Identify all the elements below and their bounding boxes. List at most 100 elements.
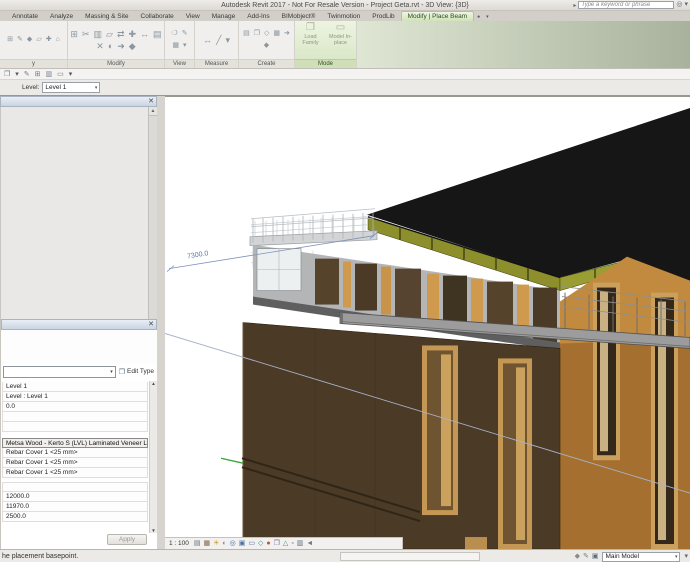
box-icon[interactable]: ▭	[57, 70, 64, 79]
property-row[interactable]: Rebar Cover 1 <25 mm>	[2, 448, 148, 458]
crop-view-icon[interactable]: ▣	[239, 539, 246, 548]
property-row[interactable]	[2, 412, 148, 422]
front-wall-window[interactable]	[422, 345, 458, 515]
ribbon-tool-icon[interactable]: ⇄	[117, 29, 125, 39]
ribbon-tool-icon[interactable]: ✚	[129, 29, 137, 39]
property-row[interactable]	[2, 482, 148, 492]
property-row[interactable]: Level 1	[2, 382, 148, 392]
ribbon-tool-icon[interactable]: ▤	[243, 29, 250, 39]
close-icon[interactable]: ✕	[148, 321, 154, 328]
pane-resize-handle[interactable]	[157, 96, 165, 549]
right-wall-window[interactable]	[651, 293, 678, 549]
property-row[interactable]: 0.0	[2, 402, 148, 412]
property-row[interactable]: Metsa Wood - Kerto S (LVL) Laminated Ven…	[2, 438, 148, 448]
ribbon-tool-icon[interactable]: ❐	[254, 29, 260, 39]
scrollbar[interactable]: ▲	[148, 107, 157, 319]
tab-caret-icon[interactable]: ▾	[483, 14, 492, 21]
temporary-hide-isolate-icon[interactable]: ◇	[258, 539, 263, 548]
ribbon-tool-icon[interactable]: ▦	[172, 41, 179, 51]
ribbon-tool-icon[interactable]: ╱	[216, 35, 221, 45]
ribbon-tool-icon[interactable]: ✚	[46, 35, 52, 45]
scroll-up-icon[interactable]: ▲	[149, 107, 157, 116]
ribbon-tab[interactable]: BIMobject®	[276, 12, 322, 21]
roof-slab[interactable]	[367, 108, 690, 283]
ribbon-tool-icon[interactable]: ✂	[82, 29, 90, 39]
ribbon-tab[interactable]: Massing & Site	[79, 12, 134, 21]
ribbon-tool-icon[interactable]: ◇	[264, 29, 269, 39]
panel-icon[interactable]: ▥	[46, 70, 53, 79]
crop-region-visible-icon[interactable]: ▭	[248, 539, 255, 548]
grid-icon[interactable]: ⊞	[35, 70, 41, 79]
scrollbar[interactable]: ▲ ▼	[149, 381, 157, 533]
edit-type-button[interactable]: ❐ Edit Type	[118, 368, 155, 376]
close-icon[interactable]: ✕	[148, 98, 154, 105]
temporary-view-properties-icon[interactable]: ❐	[274, 539, 280, 548]
ribbon-tool-icon[interactable]: ❍	[171, 29, 177, 39]
ribbon-tab-active[interactable]: Modify | Place Beam	[401, 11, 475, 21]
ribbon-tool-icon[interactable]: ✎	[182, 29, 188, 39]
3d-view[interactable]: 7300.0	[165, 97, 690, 549]
ribbon-tool-icon[interactable]: ◐	[108, 41, 113, 51]
render-icon[interactable]: ◎	[230, 539, 236, 548]
scale-button[interactable]: 1 : 100	[169, 540, 189, 547]
property-row[interactable]	[2, 422, 148, 432]
property-row[interactable]: Rebar Cover 1 <25 mm>	[2, 458, 148, 468]
ribbon-tab[interactable]: Annotate	[6, 12, 44, 21]
constraints-icon[interactable]: ▫	[291, 539, 293, 548]
properties-header[interactable]: ✕	[1, 319, 157, 330]
load-family-button[interactable]: ❐ Load Family	[297, 22, 324, 58]
ribbon-tool-icon[interactable]: ▤	[153, 29, 162, 39]
shadows-icon[interactable]: ◐	[222, 539, 226, 548]
reveal-hidden-elements-icon[interactable]: ●	[266, 539, 270, 548]
property-row[interactable]: 12000.0	[2, 492, 148, 502]
right-wall-window[interactable]	[593, 283, 620, 461]
draw-icon[interactable]: ✎	[24, 70, 30, 79]
property-row[interactable]: 2500.0	[2, 512, 148, 522]
analytical-model-icon[interactable]: △	[283, 539, 288, 548]
ribbon-tool-icon[interactable]: ➜	[284, 29, 290, 39]
ribbon-tool-icon[interactable]: ◆	[264, 41, 269, 51]
type-selector[interactable]: ▾	[3, 366, 116, 378]
front-wall-window[interactable]	[498, 358, 532, 549]
dropdown-icon[interactable]: ▾	[15, 70, 19, 79]
ribbon-tab[interactable]: View	[180, 12, 206, 21]
ribbon-tool-icon[interactable]: ➜	[117, 41, 125, 51]
ribbon-tab[interactable]: Collaborate	[135, 12, 180, 21]
detail-level-icon[interactable]: ▤	[194, 539, 201, 548]
ribbon-tab[interactable]: Twinmotion	[321, 12, 366, 21]
model-inplace-button[interactable]: ▭ Model In-place	[327, 22, 354, 58]
drawing-area[interactable]: 7300.0 1 : 100 ▤▦☀◐◎▣▭◇●❐△▫▥◄	[165, 96, 690, 549]
tab-state-icon[interactable]: ●	[474, 14, 483, 21]
worksets-icon[interactable]: ◆	[575, 552, 580, 561]
ribbon-tool-icon[interactable]: ⊞	[7, 35, 13, 45]
apply-button[interactable]: Apply	[107, 534, 147, 545]
ribbon-tool-icon[interactable]: ▾	[225, 35, 230, 45]
editable-only-icon[interactable]: ✎	[583, 552, 589, 561]
search-expand-icon[interactable]: ▸	[573, 2, 576, 9]
ribbon-tool-icon[interactable]: ⊞	[70, 29, 78, 39]
property-row[interactable]: Level : Level 1	[2, 392, 148, 402]
ribbon-tool-icon[interactable]: ▦	[273, 29, 280, 39]
expand-icon[interactable]: ◄	[306, 539, 313, 548]
ribbon-tab[interactable]: ProdLib	[366, 12, 400, 21]
property-row[interactable]: 11970.0	[2, 502, 148, 512]
ribbon-tool-icon[interactable]: ◆	[129, 41, 136, 51]
ribbon-tool-icon[interactable]: ✎	[17, 35, 23, 45]
ribbon-tab[interactable]: Analyze	[44, 12, 79, 21]
level-combo[interactable]: Level 1 ▾	[42, 82, 100, 93]
ribbon-tab[interactable]: Manage	[206, 12, 242, 21]
ribbon-tool-icon[interactable]: ↔	[203, 35, 212, 45]
search-icon[interactable]: ◎	[676, 1, 682, 9]
help-search-input[interactable]	[578, 1, 674, 9]
sun-path-icon[interactable]: ☀	[213, 539, 219, 548]
modify-arrow-icon[interactable]: ❐	[4, 70, 10, 79]
scroll-up-icon[interactable]: ▲	[151, 381, 155, 386]
worksharing-display-icon[interactable]: ▥	[297, 539, 304, 548]
ribbon-tool-icon[interactable]: ◆	[27, 35, 32, 45]
select-filter-icon[interactable]: ▾	[684, 552, 688, 561]
ribbon-tool-icon[interactable]: ▱	[36, 35, 41, 45]
scroll-down-icon[interactable]: ▼	[151, 528, 155, 533]
property-row[interactable]: Rebar Cover 1 <25 mm>	[2, 468, 148, 478]
door-opening[interactable]	[465, 537, 487, 549]
ribbon-tool-icon[interactable]: ▥	[94, 29, 103, 39]
